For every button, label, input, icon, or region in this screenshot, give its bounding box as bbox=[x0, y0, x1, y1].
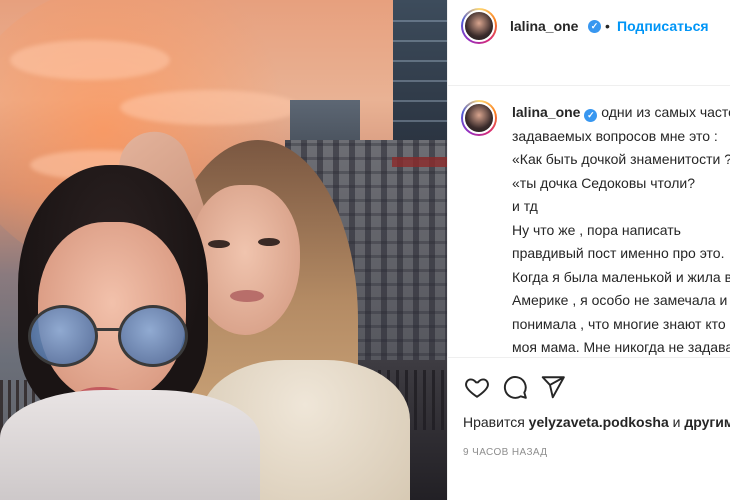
post-panel: lalina_one ✓ • Подписаться lalina_one ✓ … bbox=[447, 0, 730, 500]
caption-line: задаваемых вопросов мне это : bbox=[512, 127, 718, 144]
sunglasses-lens bbox=[28, 305, 98, 367]
avatar[interactable] bbox=[461, 8, 497, 44]
action-bar bbox=[448, 357, 730, 417]
caption-line: и тд bbox=[512, 198, 538, 214]
caption-username[interactable]: lalina_one bbox=[512, 104, 580, 120]
eye bbox=[208, 240, 230, 248]
caption-line: правдивый пост именно про это. bbox=[512, 245, 725, 261]
skyscraper bbox=[393, 0, 447, 150]
caption-line: «ты дочка Седоковы чтоли? bbox=[512, 174, 696, 191]
sweater bbox=[0, 390, 260, 500]
likes-others-link[interactable]: другим bbox=[684, 414, 730, 430]
likes-prefix: Нравится bbox=[463, 414, 525, 430]
verified-icon: ✓ bbox=[588, 20, 601, 33]
caption: lalina_one ✓ одни из самых часто задавае… bbox=[512, 101, 730, 360]
lips bbox=[230, 290, 264, 302]
post-timestamp[interactable]: 9 часов назад bbox=[463, 447, 547, 458]
follow-button[interactable]: Подписаться bbox=[617, 18, 709, 34]
sunglasses-lens bbox=[118, 305, 188, 367]
separator: • bbox=[605, 18, 610, 34]
building-sign bbox=[392, 157, 447, 167]
heart-icon[interactable] bbox=[464, 374, 492, 402]
post-header: lalina_one ✓ • Подписаться bbox=[448, 0, 730, 86]
caption-line: Америке , я особо не замечала и не bbox=[512, 292, 730, 308]
caption-line: понимала , что многие знают кто bbox=[512, 315, 726, 332]
caption-line: «Как быть дочкой знаменитости ?» bbox=[512, 151, 730, 167]
comment-icon[interactable] bbox=[502, 374, 530, 402]
sunglasses-bridge bbox=[96, 328, 120, 331]
cloud bbox=[120, 90, 300, 125]
caption-line: моя мама. Мне никогда не задавали bbox=[512, 339, 730, 355]
likes-conjunction: и bbox=[672, 414, 681, 430]
verified-icon: ✓ bbox=[584, 109, 598, 122]
share-icon[interactable] bbox=[540, 374, 568, 402]
likes-user-link[interactable]: yelyzaveta.podkosha bbox=[529, 414, 669, 430]
caption-line: lalina_one ✓ одни из самых часто bbox=[512, 101, 730, 125]
post-photo[interactable] bbox=[0, 0, 447, 500]
caption-line: Ну что же , пора написать bbox=[512, 221, 681, 238]
caption-line: Когда я была маленькой и жила в bbox=[512, 268, 730, 285]
caption-avatar[interactable] bbox=[461, 100, 497, 136]
cloud bbox=[10, 40, 170, 80]
likes-summary: Нравится yelyzaveta.podkosha и другим bbox=[463, 414, 730, 430]
caption-text: одни из самых часто bbox=[601, 104, 730, 120]
eye bbox=[258, 238, 280, 246]
header-username[interactable]: lalina_one bbox=[510, 18, 578, 34]
